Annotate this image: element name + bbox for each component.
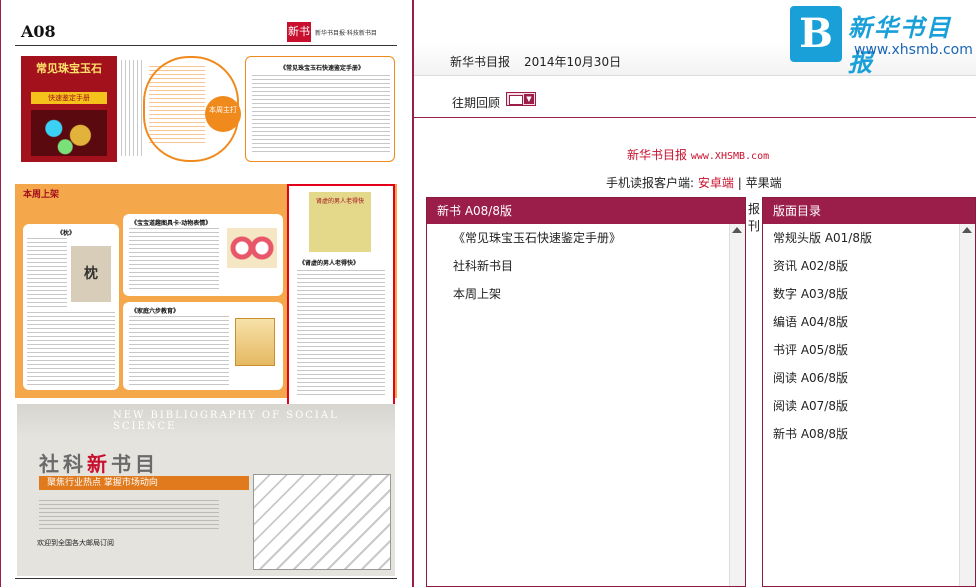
- book-card-title: 《宝宝道趣图具卡·动物表情》: [131, 220, 212, 227]
- ad-title: 社科新书目: [39, 448, 159, 477]
- selected-article-highlight[interactable]: 肾虚的男人老得快 《肾虚的男人老得快》: [287, 184, 395, 414]
- book-cover-health: 肾虚的男人老得快: [309, 192, 371, 252]
- article-list: 《常见珠宝玉石快速鉴定手册》 社科新书目 本周上架: [427, 224, 745, 308]
- animal-cards-image: [227, 228, 277, 268]
- newspaper-tagline: 新华书目报·科技新书目: [315, 30, 377, 37]
- ad-subscribe-text: 欢迎到全国各大邮局订阅: [37, 539, 114, 547]
- gems-image: [31, 110, 107, 156]
- newspaper-page-number: A08: [21, 22, 56, 41]
- mobile-client-line: 手机读报客户端: 安卓端 | 苹果端: [606, 174, 782, 191]
- mobile-client-prefix: 手机读报客户端:: [606, 176, 695, 190]
- page-link[interactable]: 编语 A04/8版: [763, 308, 975, 336]
- featured-article-title: 《常见珠宝玉石快速鉴定手册》: [279, 65, 364, 72]
- featured-article-box: 《常见珠宝玉石快速鉴定手册》: [245, 56, 395, 162]
- book-card-text: [27, 312, 115, 386]
- article-list-panel: 新书 A08/8版 《常见珠宝玉石快速鉴定手册》 社科新书目 本周上架: [426, 197, 746, 587]
- back-issues-picker[interactable]: ▼: [506, 92, 536, 106]
- apple-client-link[interactable]: 苹果端: [746, 176, 782, 190]
- logo-b-icon: B: [790, 6, 842, 62]
- section-label: 本周上架: [23, 190, 60, 200]
- newspaper-section-tag: 新书: [287, 22, 311, 42]
- article-body-text: [252, 75, 390, 155]
- dropdown-arrow-icon: ▼: [524, 94, 534, 104]
- page-directory-list: 常规头版 A01/8版 资讯 A02/8版 数字 A03/8版 编语 A04/8…: [763, 224, 975, 448]
- ad-top-band: NEW BIBLIOGRAPHY OF SOCIAL SCIENCE: [17, 404, 395, 438]
- site-name: 新华书目报: [627, 148, 688, 162]
- site-url-link[interactable]: www.XHSMB.com: [691, 151, 769, 162]
- featured-badge: 本周主打: [205, 96, 241, 132]
- ad-newspapers-image: [253, 474, 391, 570]
- article-featured[interactable]: 常见珠宝玉石 快速鉴定手册 本周主打 《常见珠宝玉石快速鉴定手册》: [15, 52, 397, 170]
- scroll-up-icon[interactable]: [962, 227, 972, 233]
- ad-body-text: [39, 500, 219, 532]
- android-client-link[interactable]: 安卓端: [698, 176, 734, 190]
- page-directory-header: 版面目录: [763, 198, 975, 224]
- book-cover-gems: 常见珠宝玉石 快速鉴定手册: [21, 56, 117, 162]
- calendar-icon: [509, 95, 523, 105]
- book-card-title: 《肾虚的男人老得快》: [299, 260, 360, 267]
- article-link[interactable]: 社科新书目: [427, 252, 745, 280]
- page-link[interactable]: 新书 A08/8版: [763, 420, 975, 448]
- cover-title: 常见珠宝玉石: [36, 62, 102, 75]
- scroll-up-icon[interactable]: [732, 227, 742, 233]
- ad-title-part: 书目: [111, 452, 159, 476]
- overflow-text: 报刊: [748, 202, 761, 233]
- page-link[interactable]: 阅读 A06/8版: [763, 364, 975, 392]
- book-card-cards: 《宝宝道趣图具卡·动物表情》: [123, 214, 283, 296]
- ad-title-highlight: 新: [87, 452, 111, 476]
- book-card-text: [129, 316, 229, 386]
- cover-subtitle: 快速鉴定手册: [31, 92, 107, 104]
- education-book-cover: [235, 318, 275, 366]
- book-card-title: 《家庭六步教育》: [131, 308, 180, 315]
- vertical-text-block: [121, 60, 143, 156]
- article-link[interactable]: 《常见珠宝玉石快速鉴定手册》: [427, 224, 745, 252]
- page-root: A08 新书 新华书目报·科技新书目 常见珠宝玉石 快速鉴定手册 本周主打 《常…: [0, 0, 976, 587]
- article-link[interactable]: 本周上架: [427, 280, 745, 308]
- blurb-text-block: [149, 66, 205, 146]
- article-list-header: 新书 A08/8版: [427, 198, 745, 224]
- page-directory-panel: 版面目录 常规头版 A01/8版 资讯 A02/8版 数字 A03/8版 编语 …: [762, 197, 976, 587]
- health-cover-title: 肾虚的男人老得快: [315, 198, 364, 205]
- book-card-text: [297, 270, 385, 396]
- issue-title: 新华书目报: [450, 55, 511, 69]
- article-list-scrollbar[interactable]: [729, 224, 745, 586]
- newspaper-page-view[interactable]: A08 新书 新华书目报·科技新书目 常见珠宝玉石 快速鉴定手册 本周主打 《常…: [0, 0, 414, 587]
- page-link[interactable]: 书评 A05/8版: [763, 336, 975, 364]
- page-link[interactable]: 数字 A03/8版: [763, 280, 975, 308]
- ad-english-title: NEW BIBLIOGRAPHY OF SOCIAL SCIENCE: [113, 410, 339, 432]
- book-card-text: [129, 228, 219, 292]
- newspaper-header: A08 新书 新华书目报·科技新书目: [15, 20, 397, 46]
- logo-url: www.xhsmb.com: [854, 42, 973, 58]
- ad-banner: 聚焦行业热点 掌握市场动向: [39, 476, 249, 490]
- back-issues-label: 往期回顾: [452, 96, 501, 110]
- page-link[interactable]: 阅读 A07/8版: [763, 392, 975, 420]
- article-social-science-ad[interactable]: NEW BIBLIOGRAPHY OF SOCIAL SCIENCE 社科新书目…: [17, 404, 395, 576]
- book-cover-pillow: 枕: [71, 246, 111, 302]
- book-card-education: 《家庭六步教育》: [123, 302, 283, 390]
- ad-title-part: 社科: [39, 452, 87, 476]
- book-card-title: 《枕》: [57, 230, 76, 237]
- page-link[interactable]: 资讯 A02/8版: [763, 252, 975, 280]
- site-info: 新华书目报 www.XHSMB.com: [627, 146, 769, 163]
- page-link[interactable]: 常规头版 A01/8版: [763, 224, 975, 252]
- client-separator: |: [737, 176, 742, 190]
- site-logo[interactable]: B 新华书目报 www.xhsmb.com: [790, 6, 976, 77]
- book-card-text: [27, 238, 67, 308]
- newspaper-footer: [15, 578, 397, 581]
- issue-date: 2014年10月30日: [524, 55, 622, 69]
- newspaper-page: A08 新书 新华书目报·科技新书目 常见珠宝玉石 快速鉴定手册 本周主打 《常…: [15, 20, 397, 587]
- page-directory-scrollbar[interactable]: [959, 224, 975, 586]
- book-card-pillow: 《枕》 枕: [23, 224, 119, 390]
